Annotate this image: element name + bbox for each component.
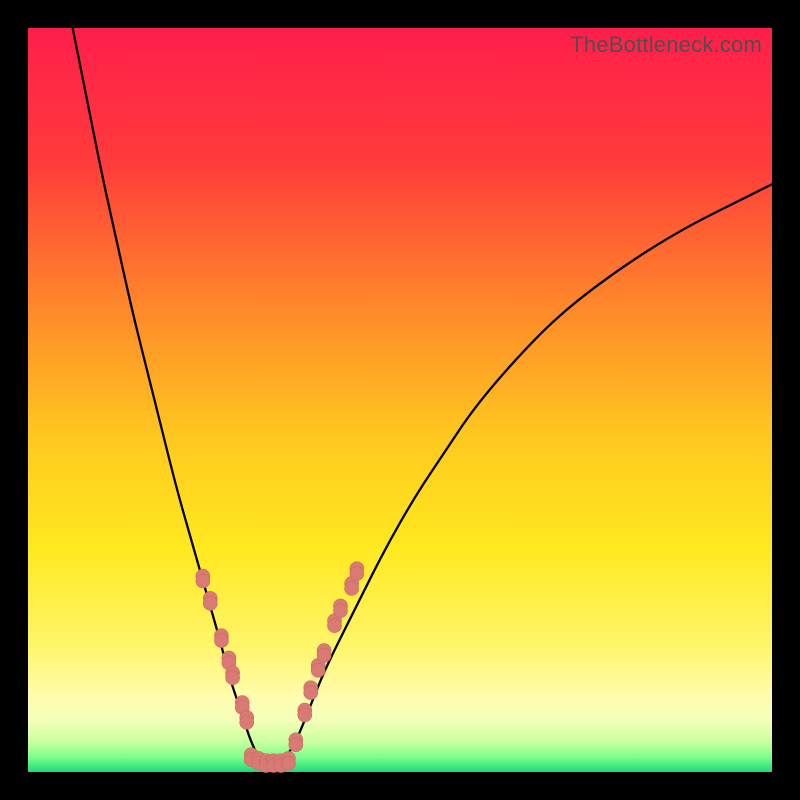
frame: TheBottleneck.com (0, 0, 800, 800)
marker-dot (240, 715, 254, 729)
marker-dot (214, 634, 228, 648)
marker-dot (317, 648, 331, 662)
marker-dot (311, 663, 325, 677)
marker-dot (298, 708, 312, 722)
chart-svg (28, 28, 772, 772)
left-curve (73, 28, 266, 765)
marker-dot (333, 604, 347, 618)
marker-layer (196, 562, 364, 773)
right-curve (281, 184, 772, 764)
marker-dot (226, 671, 240, 685)
marker-dot (350, 567, 364, 581)
plot-area: TheBottleneck.com (28, 28, 772, 772)
marker-dot (289, 738, 303, 752)
marker-dot (281, 756, 295, 770)
marker-dot (328, 619, 342, 633)
marker-dot (304, 686, 318, 700)
marker-dot (345, 581, 359, 595)
marker-dot (203, 596, 217, 610)
marker-dot (196, 574, 210, 588)
